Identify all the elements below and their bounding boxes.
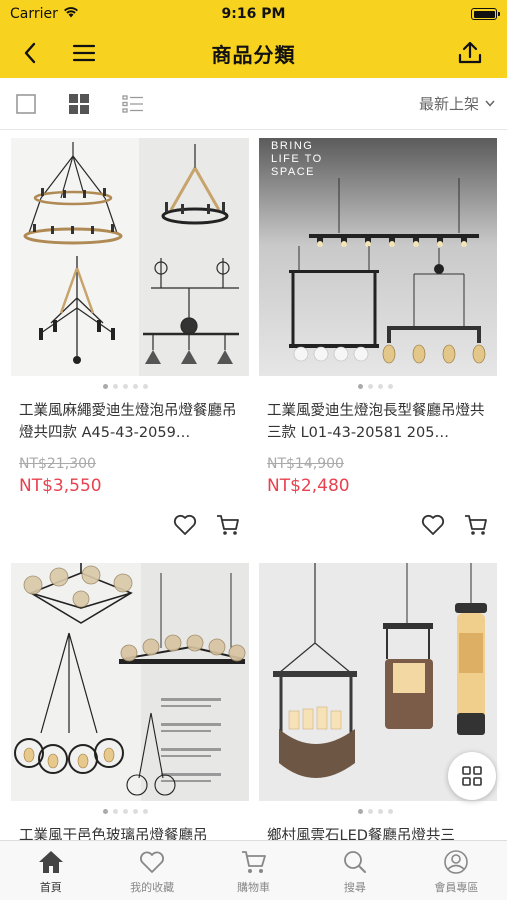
glass-globe-chandelier-image [11, 563, 249, 801]
list-icon [122, 95, 143, 113]
grid-icon [69, 94, 89, 114]
tab-label: 首頁 [39, 881, 62, 894]
search-icon [344, 851, 366, 873]
product-name[interactable]: 工業風愛迪生燈泡長型餐廳吊燈共三款 L01-43-20581 205… [267, 400, 495, 444]
image-carousel-dots [358, 809, 393, 814]
status-left: Carrier [10, 6, 79, 22]
cart-icon [465, 515, 487, 535]
user-icon [444, 850, 469, 874]
product-image[interactable] [11, 563, 249, 801]
list-view-button[interactable] [121, 92, 145, 116]
back-arrow-icon [24, 42, 36, 64]
linear-pendant-image: BRING LIFE TO SPACE [259, 138, 497, 376]
single-view-button[interactable] [14, 92, 38, 116]
tab-cart[interactable]: 購物車 [203, 841, 304, 900]
sale-price: NT$3,550 [19, 476, 102, 496]
product-image[interactable]: BRING LIFE TO SPACE [259, 138, 497, 376]
cart-icon [217, 515, 239, 535]
chandelier-image [11, 138, 249, 376]
back-button[interactable] [12, 36, 48, 70]
product-name[interactable]: 工業風麻繩愛迪生燈泡吊燈餐廳吊燈共四款 A45-43-2059… [19, 400, 247, 444]
heart-icon [173, 514, 197, 535]
favorite-button[interactable] [420, 512, 446, 538]
tab-favorites[interactable]: 我的收藏 [101, 841, 202, 900]
carrier-label: Carrier [10, 6, 58, 22]
tab-label: 購物車 [237, 881, 271, 894]
heart-icon [140, 851, 165, 873]
grid-toggle-button[interactable] [448, 752, 496, 800]
share-button[interactable] [452, 36, 488, 70]
product-card[interactable]: BRING LIFE TO SPACE 工業風愛迪生燈泡長型餐廳吊燈共三款 L0… [259, 138, 497, 548]
cart-icon [241, 851, 266, 873]
home-icon [38, 851, 63, 873]
tab-member[interactable]: 會員專區 [406, 841, 507, 900]
favorite-button[interactable] [172, 512, 198, 538]
tab-bar: 首頁 我的收藏 購物車 搜尋 會員專區 [0, 840, 507, 900]
grid-view-button[interactable] [67, 92, 91, 116]
share-icon [458, 41, 482, 64]
chevron-down-icon [485, 100, 495, 107]
status-bar: Carrier 9:16 PM [0, 0, 507, 28]
product-image[interactable] [11, 138, 249, 376]
original-price: NT$21,300 [19, 456, 96, 472]
wifi-icon [63, 6, 79, 22]
add-to-cart-button[interactable] [463, 512, 489, 538]
image-text-line-1: BRING [271, 140, 313, 152]
image-carousel-dots [358, 384, 393, 389]
add-to-cart-button[interactable] [215, 512, 241, 538]
sale-price: NT$2,480 [267, 476, 350, 496]
product-card[interactable]: 鄉村風雲石LED餐廳吊燈共三 [259, 563, 497, 844]
product-card[interactable]: 工業風干邑色玻璃吊燈餐廳吊 [11, 563, 249, 844]
product-card[interactable]: 工業風麻繩愛迪生燈泡吊燈餐廳吊燈共四款 A45-43-2059… NT$21,3… [11, 138, 249, 548]
tab-label: 搜尋 [343, 881, 366, 894]
image-carousel-dots [103, 809, 148, 814]
image-carousel-dots [103, 384, 148, 389]
sort-dropdown[interactable]: 最新上架 [419, 93, 495, 114]
nav-bar: 商品分類 [0, 28, 507, 78]
filter-bar: 最新上架 [0, 78, 507, 130]
tab-home[interactable]: 首頁 [0, 841, 101, 900]
battery-icon [471, 8, 500, 20]
tab-label: 我的收藏 [130, 881, 175, 894]
menu-button[interactable] [66, 36, 102, 70]
hamburger-icon [72, 44, 96, 62]
heart-icon [421, 514, 445, 535]
tab-search[interactable]: 搜尋 [304, 841, 405, 900]
image-text-line-3: SPACE [271, 166, 315, 178]
image-text-line-2: LIFE TO [271, 153, 323, 165]
square-icon [16, 94, 36, 114]
grid-icon [462, 766, 482, 786]
original-price: NT$14,900 [267, 456, 344, 472]
tab-label: 會員專區 [434, 881, 479, 894]
sort-label: 最新上架 [418, 95, 479, 113]
